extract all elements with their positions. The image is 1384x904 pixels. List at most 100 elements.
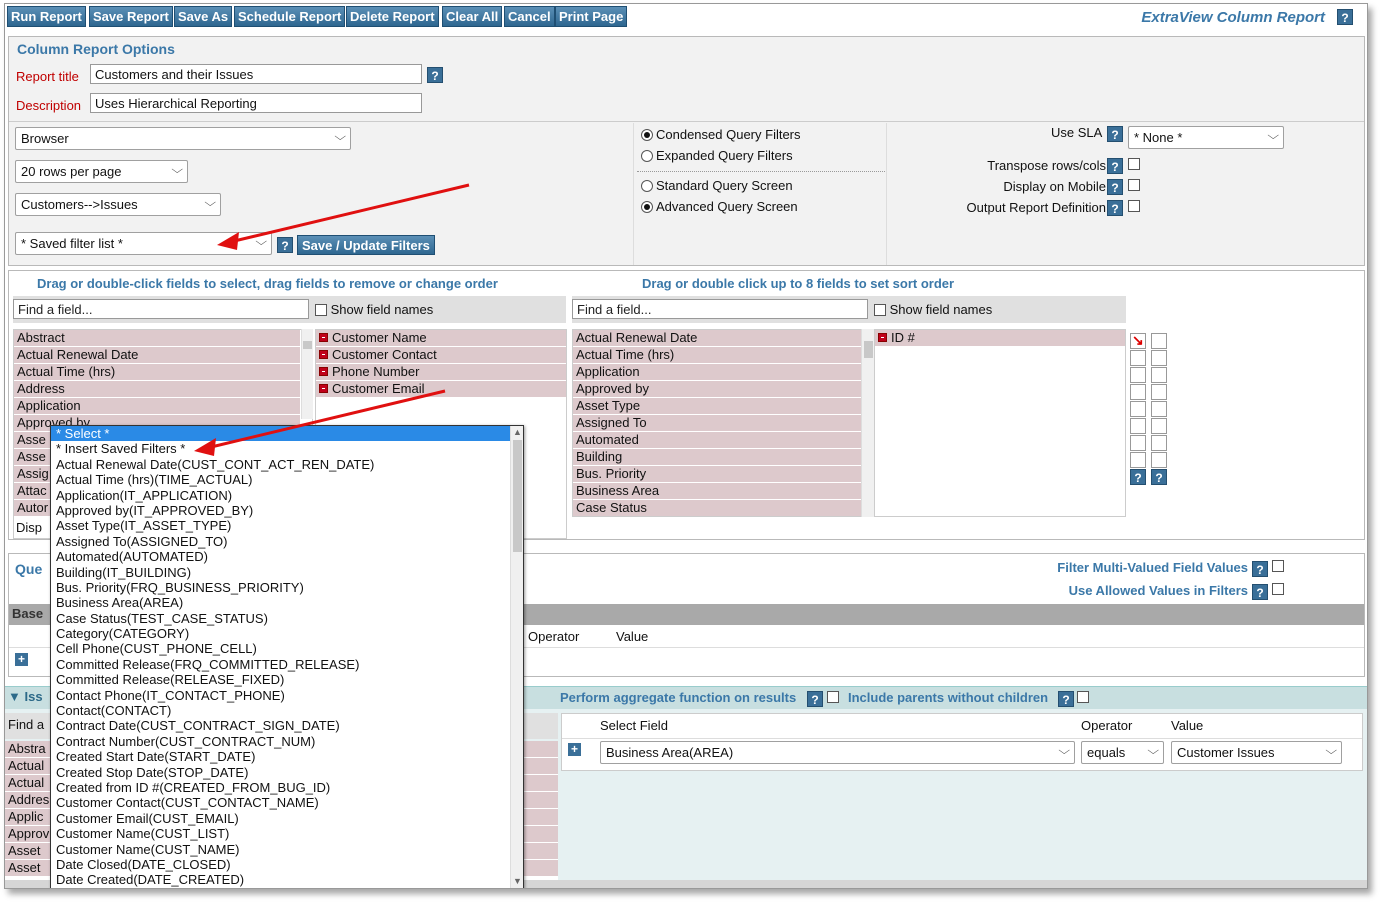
parents-checkbox[interactable] (1077, 691, 1089, 703)
list-item[interactable]: Asset Type (573, 398, 861, 415)
sort-direction-box[interactable] (1130, 384, 1146, 400)
add-filter-button[interactable]: + (15, 651, 28, 666)
field-search-input[interactable]: Find a field... (13, 299, 309, 319)
expanded-option[interactable]: Expanded Query Filters (641, 148, 793, 163)
radio-icon[interactable] (641, 150, 653, 162)
add-filter-button[interactable]: + (568, 741, 581, 756)
help-icon[interactable]: ? (1337, 9, 1353, 25)
help-icon[interactable]: ? (1130, 469, 1146, 485)
plus-icon[interactable]: + (15, 653, 28, 666)
description-input[interactable]: Uses Hierarchical Reporting (90, 93, 422, 113)
sort-descending-icon[interactable]: ↘ (1132, 332, 1144, 349)
remove-icon[interactable] (319, 384, 328, 393)
dropdown-option[interactable]: Business Area(AREA) (51, 595, 510, 610)
dropdown-option[interactable]: Customer Contact(CUST_CONTACT_NAME) (51, 795, 510, 810)
dropdown-option[interactable]: Actual Renewal Date(CUST_CONT_ACT_REN_DA… (51, 457, 510, 472)
dropdown-option[interactable]: Committed Release(FRQ_COMMITTED_RELEASE) (51, 657, 510, 672)
dropdown-option[interactable]: * Select * (51, 426, 511, 443)
sort-search-input[interactable]: Find a field... (572, 299, 868, 319)
sort-direction-box[interactable] (1130, 435, 1146, 451)
help-icon[interactable]: ? (1107, 126, 1123, 142)
list-item[interactable]: Application (573, 364, 861, 381)
show-names-toggle[interactable]: Show field names (315, 302, 433, 317)
list-item[interactable]: Actual Renewal Date (14, 347, 300, 364)
help-icon[interactable]: ? (1252, 561, 1268, 577)
remove-icon[interactable] (878, 333, 887, 342)
allowed-values-checkbox[interactable] (1272, 583, 1284, 595)
issue-operator-select[interactable]: equals ⌵ (1081, 741, 1164, 764)
list-item[interactable]: Approved by (573, 381, 861, 398)
sort-direction-box[interactable] (1151, 418, 1167, 434)
dropdown-option[interactable]: Contact Phone(IT_CONTACT_PHONE) (51, 688, 510, 703)
dropdown-option[interactable]: Date Created(DATE_CREATED) (51, 872, 510, 887)
help-icon[interactable]: ? (1252, 584, 1268, 600)
list-item[interactable]: Building (573, 449, 861, 466)
dropdown-option[interactable]: Created Stop Date(STOP_DATE) (51, 765, 510, 780)
list-item[interactable]: Business Area (573, 483, 861, 500)
radio-selected-icon[interactable] (641, 201, 653, 213)
list-item[interactable]: Assigned To (573, 415, 861, 432)
sort-direction-box[interactable] (1151, 350, 1167, 366)
dropdown-option[interactable]: Actual Time (hrs)(TIME_ACTUAL) (51, 472, 510, 487)
dropdown-option[interactable]: Contact(CONTACT) (51, 703, 510, 718)
sort-direction-box[interactable] (1130, 418, 1146, 434)
sort-show-names-toggle[interactable]: Show field names (874, 302, 992, 317)
issue-field-select[interactable]: Business Area(AREA) ⌵ (600, 741, 1075, 764)
sort-direction-box[interactable] (1151, 367, 1167, 383)
sort-direction-box[interactable] (1151, 384, 1167, 400)
dropdown-option[interactable]: Contract Number(CUST_CONTRACT_NUM) (51, 734, 510, 749)
dropdown-option[interactable]: Contract Date(CUST_CONTRACT_SIGN_DATE) (51, 718, 510, 733)
toolbar-button-clear-all[interactable]: Clear All (442, 6, 503, 27)
dropdown-option[interactable]: Committed Release(RELEASE_FIXED) (51, 672, 510, 687)
dropdown-scrollbar[interactable]: ▲ ▼ (510, 426, 523, 888)
remove-icon[interactable] (319, 367, 328, 376)
sort-direction-box[interactable] (1151, 452, 1167, 468)
dropdown-option[interactable]: Application(IT_APPLICATION) (51, 488, 510, 503)
remove-icon[interactable] (319, 333, 328, 342)
selected-field-item[interactable]: Phone Number (316, 364, 566, 381)
advanced-option[interactable]: Advanced Query Screen (641, 199, 798, 214)
report-title-input[interactable]: Customers and their Issues (90, 64, 422, 84)
list-item[interactable]: Actual Renewal Date (573, 330, 861, 347)
help-icon[interactable]: ? (1107, 158, 1123, 174)
selected-field-item[interactable]: Customer Email (316, 381, 566, 398)
toolbar-button-save-report[interactable]: Save Report (89, 6, 173, 27)
dropdown-option[interactable]: Customer Email(CUST_EMAIL) (51, 811, 510, 826)
condensed-option[interactable]: Condensed Query Filters (641, 127, 801, 142)
selected-field-item[interactable]: Customer Contact (316, 347, 566, 364)
sort-direction-box[interactable] (1130, 350, 1146, 366)
list-item[interactable]: Address (14, 381, 300, 398)
list-item[interactable]: Actual Time (hrs) (14, 364, 300, 381)
toolbar-button-print-page[interactable]: Print Page (555, 6, 628, 27)
scrollbar[interactable] (301, 329, 313, 419)
list-item[interactable]: Automated (573, 432, 861, 449)
scrollbar-thumb[interactable] (864, 341, 873, 358)
dropdown-option[interactable]: Date Closed(DATE_CLOSED) (51, 857, 510, 872)
sort-direction-box[interactable] (1151, 333, 1167, 349)
sort-direction-box[interactable] (1151, 401, 1167, 417)
help-icon[interactable]: ? (277, 237, 293, 253)
saved-filter-select[interactable]: * Saved filter list * ⌵ (15, 232, 272, 255)
sla-select[interactable]: * None * ⌵ (1128, 126, 1284, 149)
aggregate-checkbox[interactable] (827, 691, 839, 703)
mobile-checkbox[interactable] (1128, 179, 1140, 191)
standard-option[interactable]: Standard Query Screen (641, 178, 793, 193)
dropdown-option[interactable]: Customer Name(CUST_NAME) (51, 842, 510, 857)
sort-direction-box[interactable] (1130, 401, 1146, 417)
dropdown-option[interactable]: Created Start Date(START_DATE) (51, 749, 510, 764)
dropdown-option[interactable]: Cell Phone(CUST_PHONE_CELL) (51, 641, 510, 656)
toolbar-button-save-as[interactable]: Save As (174, 6, 233, 27)
radio-icon[interactable] (641, 180, 653, 192)
toolbar-button-run-report[interactable]: Run Report (7, 6, 86, 27)
list-item[interactable]: Case Status (573, 500, 861, 516)
output-select[interactable]: Browser ⌵ (15, 127, 351, 150)
multi-valued-checkbox[interactable] (1272, 560, 1284, 572)
save-filters-button[interactable]: Save / Update Filters (297, 235, 435, 255)
remove-icon[interactable] (319, 350, 328, 359)
toolbar-button-cancel[interactable]: Cancel (504, 6, 555, 27)
sort-direction-box[interactable]: ↘ (1130, 332, 1146, 349)
plus-icon[interactable]: + (568, 743, 581, 756)
list-item[interactable]: Abstract (14, 330, 300, 347)
sort-field-item[interactable]: ID # (875, 330, 1125, 347)
list-item[interactable]: Application (14, 398, 300, 415)
